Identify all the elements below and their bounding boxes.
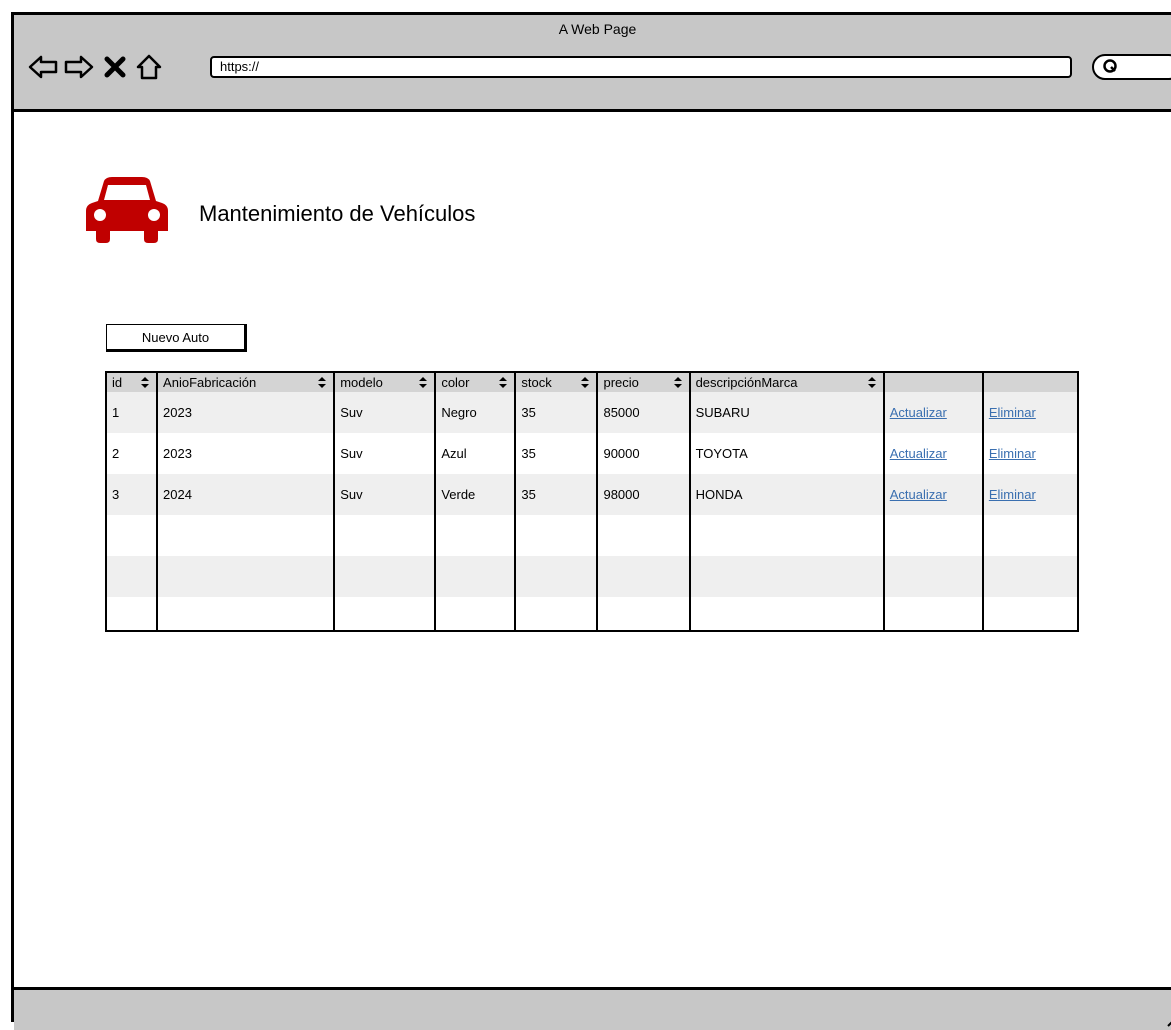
car-icon (84, 175, 170, 250)
search-icon (1102, 58, 1120, 81)
forward-arrow-icon[interactable] (64, 49, 94, 85)
table-row-empty (107, 556, 1077, 597)
browser-status-bar (14, 987, 1171, 1030)
cell-update: Actualizar (883, 392, 984, 433)
column-header-delete (982, 373, 1077, 392)
sort-icon[interactable] (580, 376, 590, 392)
cell-anio: 2023 (157, 433, 336, 474)
cell-id: 1 (107, 392, 159, 433)
cell-precio: 98000 (597, 474, 691, 515)
sort-icon[interactable] (317, 376, 327, 392)
sort-icon[interactable] (673, 376, 683, 392)
cell-stock: 35 (515, 474, 599, 515)
update-link[interactable]: Actualizar (890, 446, 947, 461)
cell-precio: 90000 (597, 433, 691, 474)
column-header-update (883, 373, 984, 392)
delete-link[interactable]: Eliminar (989, 487, 1036, 502)
new-car-button[interactable]: Nuevo Auto (106, 324, 247, 352)
cell-update: Actualizar (883, 474, 984, 515)
column-header-id[interactable]: id (107, 373, 159, 392)
cell-modelo: Suv (334, 474, 437, 515)
cell-update: Actualizar (883, 433, 984, 474)
search-box[interactable] (1092, 54, 1171, 80)
column-header-precio[interactable]: precio (597, 373, 691, 392)
resize-handle-icon[interactable] (1165, 1013, 1171, 1030)
cell-color: Verde (435, 474, 517, 515)
window-title: A Web Page (558, 21, 637, 37)
cell-color: Negro (435, 392, 517, 433)
cell-stock: 35 (515, 433, 599, 474)
sort-icon[interactable] (418, 376, 428, 392)
column-header-stock[interactable]: stock (515, 373, 599, 392)
column-header-anio[interactable]: AnioFabricación (157, 373, 336, 392)
url-input[interactable]: https:// (210, 56, 1072, 78)
cell-marca: SUBARU (689, 392, 885, 433)
column-header-color[interactable]: color (435, 373, 517, 392)
table-header-row: id AnioFabricación modelo color stock pr… (107, 373, 1077, 392)
delete-link[interactable]: Eliminar (989, 446, 1036, 461)
home-icon[interactable] (134, 49, 164, 85)
page-title: Mantenimiento de Vehículos (199, 201, 476, 226)
cell-marca: HONDA (689, 474, 885, 515)
cell-anio: 2024 (157, 474, 336, 515)
cell-color: Azul (435, 433, 517, 474)
update-link[interactable]: Actualizar (890, 405, 947, 420)
browser-toolbar: A Web Page https:// (14, 15, 1171, 112)
cell-modelo: Suv (334, 433, 437, 474)
cell-delete: Eliminar (982, 392, 1077, 433)
update-link[interactable]: Actualizar (890, 487, 947, 502)
table-row: 1 2023 Suv Negro 35 85000 SUBARU Actuali… (107, 392, 1077, 433)
stop-icon[interactable] (100, 49, 130, 85)
cell-anio: 2023 (157, 392, 336, 433)
cell-precio: 85000 (597, 392, 691, 433)
table-row-empty (107, 597, 1077, 630)
cell-marca: TOYOTA (689, 433, 885, 474)
cell-delete: Eliminar (982, 433, 1077, 474)
cell-modelo: Suv (334, 392, 437, 433)
browser-window: A Web Page https:// Mantenimiento de Veh… (11, 12, 1171, 1030)
table-row: 2 2023 Suv Azul 35 90000 TOYOTA Actualiz… (107, 433, 1077, 474)
delete-link[interactable]: Eliminar (989, 405, 1036, 420)
back-arrow-icon[interactable] (28, 49, 58, 85)
column-header-marca[interactable]: descripciónMarca (689, 373, 885, 392)
cell-id: 2 (107, 433, 159, 474)
sort-icon[interactable] (498, 376, 508, 392)
cell-id: 3 (107, 474, 159, 515)
vehicles-table: id AnioFabricación modelo color stock pr… (105, 371, 1079, 632)
table-row: 3 2024 Suv Verde 35 98000 HONDA Actualiz… (107, 474, 1077, 515)
table-row-empty (107, 515, 1077, 556)
sort-icon[interactable] (140, 376, 150, 392)
cell-stock: 35 (515, 392, 599, 433)
sort-icon[interactable] (867, 376, 877, 392)
column-header-modelo[interactable]: modelo (334, 373, 437, 392)
cell-delete: Eliminar (982, 474, 1077, 515)
